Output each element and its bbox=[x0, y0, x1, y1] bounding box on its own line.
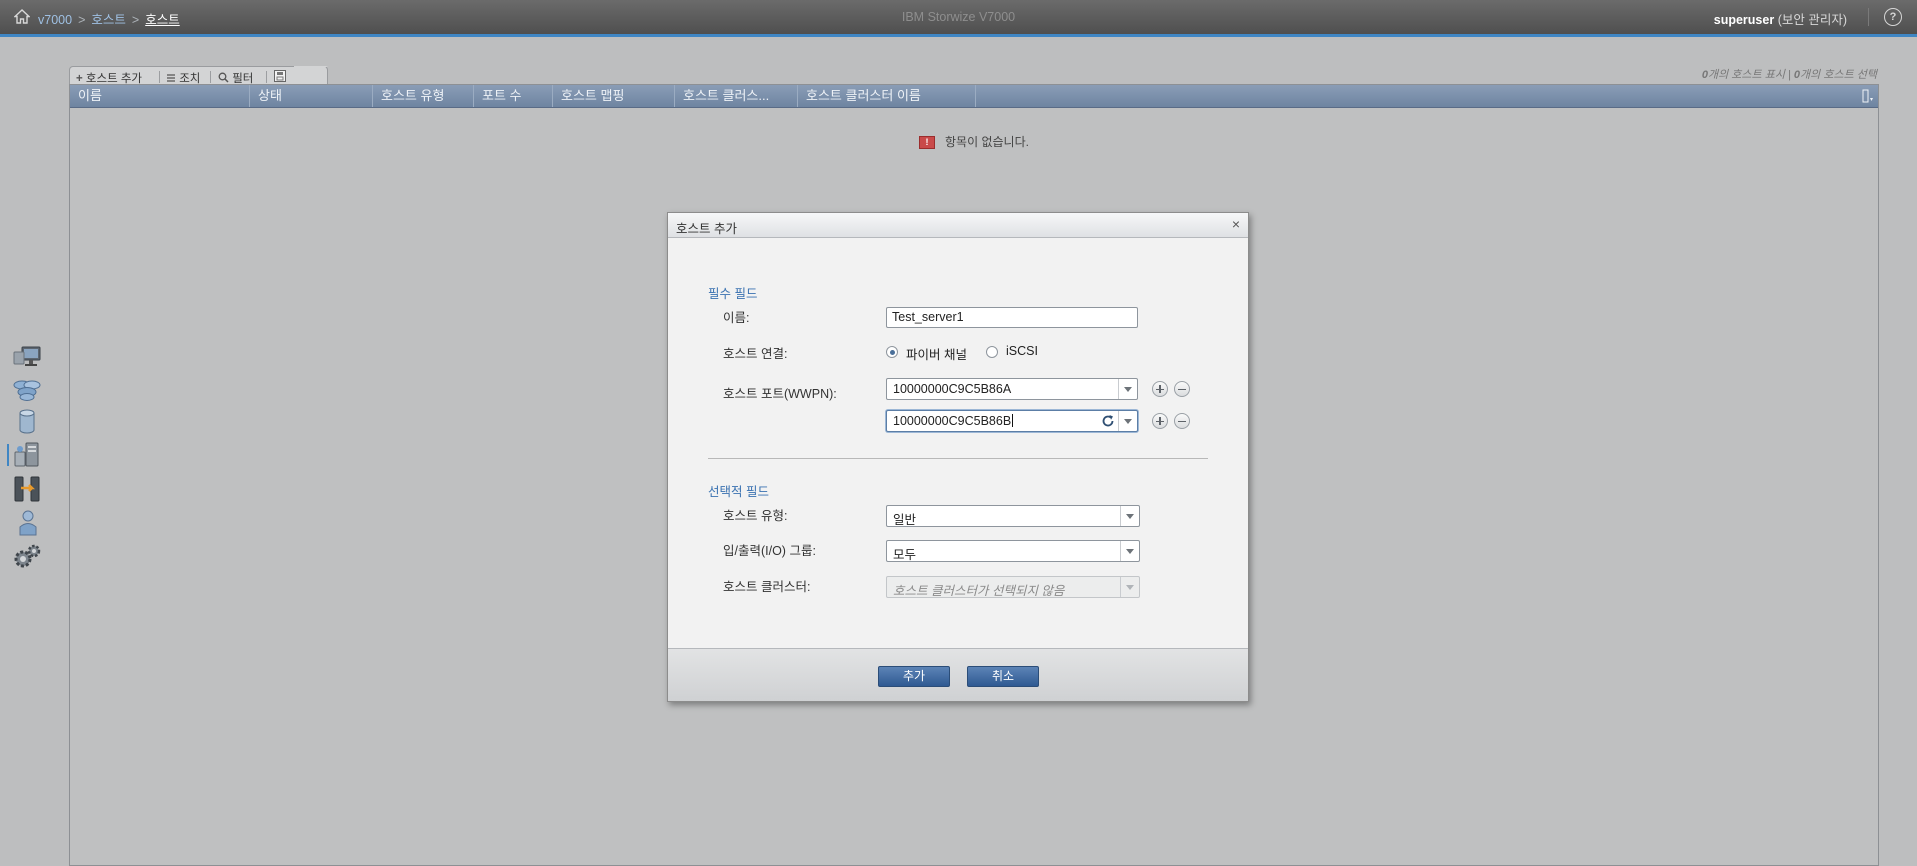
user-name: superuser bbox=[1713, 13, 1775, 27]
remove-port-button[interactable] bbox=[1174, 413, 1190, 429]
fibre-channel-radio[interactable] bbox=[886, 346, 898, 358]
empty-state: ! 항목이 없습니다. bbox=[70, 133, 1878, 150]
chevron-down-icon[interactable] bbox=[1120, 541, 1139, 561]
chevron-down-icon[interactable] bbox=[1118, 379, 1137, 399]
breadcrumb: v7000 > 호스트 > 호스트 bbox=[38, 9, 180, 28]
breadcrumb-current[interactable]: 호스트 bbox=[145, 13, 180, 27]
add-port-button[interactable] bbox=[1152, 381, 1168, 397]
count-separator: | bbox=[1788, 69, 1791, 81]
user-menu[interactable]: superuser (보안 관리자) bbox=[1714, 9, 1847, 28]
host-cluster-select: 호스트 클러스터가 선택되지 않음 bbox=[886, 576, 1140, 598]
host-count-status: 0개의 호스트 표시 | 0개의 호스트 선택 bbox=[1702, 66, 1877, 82]
column-chooser-icon[interactable] bbox=[1862, 89, 1874, 103]
list-icon bbox=[167, 74, 175, 82]
selected-count-label: 개의 호스트 선택 bbox=[1800, 69, 1877, 81]
host-cluster-label: 호스트 클러스터: bbox=[723, 580, 811, 594]
connection-label: 호스트 연결: bbox=[723, 347, 788, 361]
port-select-1[interactable]: 10000000C9C5B86A bbox=[886, 378, 1138, 400]
host-type-value: 일반 bbox=[893, 513, 917, 527]
breadcrumb-section[interactable]: 호스트 bbox=[91, 13, 126, 27]
column-header-host-type[interactable]: 호스트 유형 bbox=[373, 85, 474, 107]
host-type-select[interactable]: 일반 bbox=[886, 505, 1140, 527]
io-group-select[interactable]: 모두 bbox=[886, 540, 1140, 562]
io-group-label: 입/출력(I/O) 그룹: bbox=[723, 544, 816, 558]
copy-services-icon[interactable] bbox=[12, 475, 42, 503]
ports-label: 호스트 포트(WWPN): bbox=[723, 387, 837, 401]
dialog-title: 호스트 추가 bbox=[676, 222, 737, 236]
iscsi-label: iSCSI bbox=[1006, 344, 1038, 358]
iscsi-radio[interactable] bbox=[986, 346, 998, 358]
host-cluster-placeholder: 호스트 클러스터가 선택되지 않음 bbox=[893, 584, 1065, 598]
hosts-icon[interactable] bbox=[12, 441, 42, 469]
monitoring-icon[interactable] bbox=[12, 344, 42, 372]
column-header-status[interactable]: 상태 bbox=[250, 85, 373, 107]
io-group-value: 모두 bbox=[893, 548, 917, 562]
breadcrumb-separator: > bbox=[78, 13, 86, 27]
export-icon[interactable] bbox=[274, 70, 286, 82]
required-section-title: 필수 필드 bbox=[708, 287, 758, 301]
chevron-down-icon[interactable] bbox=[1118, 411, 1137, 431]
port-value-2-text: 10000000C9C5B86B bbox=[893, 414, 1012, 428]
toolbar-separator bbox=[210, 71, 211, 83]
help-icon[interactable]: ? bbox=[1884, 8, 1902, 26]
port-select-2[interactable]: 10000000C9C5B86B bbox=[886, 410, 1138, 432]
warning-icon: ! bbox=[919, 136, 936, 150]
settings-icon[interactable] bbox=[12, 543, 42, 571]
add-button[interactable]: 추가 bbox=[878, 666, 950, 687]
header-divider bbox=[1868, 8, 1869, 26]
pools-icon[interactable] bbox=[12, 376, 42, 404]
remove-port-button[interactable] bbox=[1174, 381, 1190, 397]
app-title: IBM Storwize V7000 bbox=[901, 10, 1016, 24]
volumes-icon[interactable] bbox=[12, 408, 42, 436]
user-role: (보안 관리자) bbox=[1777, 13, 1847, 27]
add-port-button[interactable] bbox=[1152, 413, 1168, 429]
dialog-title-bar: 호스트 추가 × bbox=[668, 213, 1248, 238]
cancel-button[interactable]: 취소 bbox=[967, 666, 1039, 687]
empty-message: 항목이 없습니다. bbox=[945, 135, 1029, 149]
top-bar: v7000 > 호스트 > 호스트 IBM Storwize V7000 superus… bbox=[0, 0, 1917, 37]
column-header-host-mapping[interactable]: 호스트 맵핑 bbox=[553, 85, 675, 107]
breadcrumb-root[interactable]: v7000 bbox=[38, 13, 72, 27]
name-label: 이름: bbox=[723, 311, 750, 325]
host-type-label: 호스트 유형: bbox=[723, 509, 788, 523]
refresh-icon[interactable] bbox=[1101, 414, 1115, 428]
toolbar-separator bbox=[159, 71, 160, 83]
text-cursor bbox=[1012, 414, 1014, 427]
dialog-footer: 추가 취소 bbox=[668, 648, 1248, 701]
optional-section-title: 선택적 필드 bbox=[708, 485, 769, 499]
add-host-dialog: 호스트 추가 × 필수 필드 이름: Test_server1 호스트 연결: … bbox=[667, 212, 1249, 702]
home-icon[interactable] bbox=[14, 9, 30, 24]
port-value-1: 10000000C9C5B86A bbox=[893, 382, 1012, 396]
shown-count-label: 개의 호스트 표시 bbox=[1707, 69, 1785, 81]
column-header-host-cluster[interactable]: 호스트 클러스... bbox=[675, 85, 798, 107]
toolbar-tab-edge bbox=[294, 66, 328, 85]
name-input[interactable]: Test_server1 bbox=[886, 307, 1138, 328]
close-icon[interactable]: × bbox=[1232, 216, 1240, 232]
table-toolbar: + 호스트 추가 조치 필터 bbox=[69, 66, 328, 86]
port-value-2: 10000000C9C5B86B bbox=[893, 414, 1014, 428]
column-header-port-count[interactable]: 포트 수 bbox=[474, 85, 553, 107]
fibre-channel-label: 파이버 채널 bbox=[906, 348, 967, 362]
search-icon bbox=[218, 72, 229, 83]
nav-active-indicator bbox=[7, 444, 9, 466]
column-header-host-cluster-name[interactable]: 호스트 클러스터 이름 bbox=[798, 85, 976, 107]
column-header-name[interactable]: 이름 bbox=[70, 85, 250, 107]
table-header: 이름 상태 호스트 유형 포트 수 호스트 맵핑 호스트 클러스... 호스트 … bbox=[70, 85, 1878, 108]
breadcrumb-separator: > bbox=[131, 13, 140, 27]
chevron-down-icon[interactable] bbox=[1120, 506, 1139, 526]
chevron-down-icon bbox=[1120, 577, 1139, 597]
toolbar-separator bbox=[266, 71, 267, 83]
section-divider bbox=[708, 458, 1208, 459]
access-icon[interactable] bbox=[12, 509, 42, 537]
